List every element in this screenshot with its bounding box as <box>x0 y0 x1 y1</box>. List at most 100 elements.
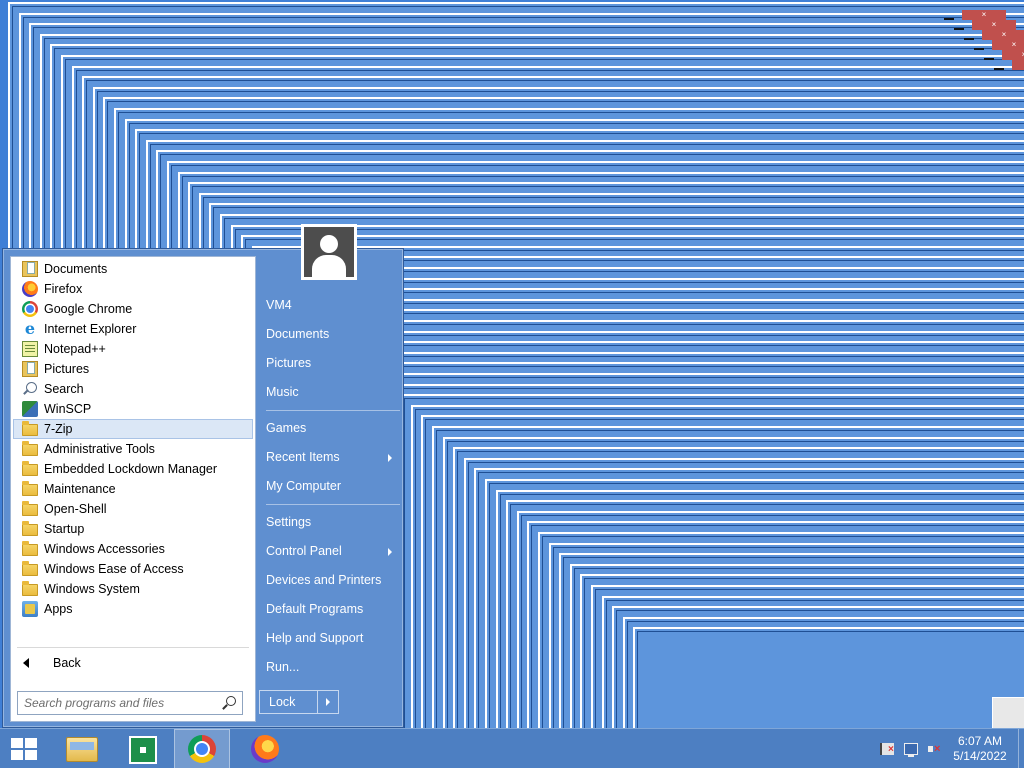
program-label: Maintenance <box>44 482 116 496</box>
start-link-devices-and-printers[interactable]: Devices and Printers <box>266 568 398 592</box>
program-item[interactable]: Startup <box>13 519 253 539</box>
start-link-games[interactable]: Games <box>266 416 398 440</box>
program-label: Notepad++ <box>44 342 106 356</box>
program-item[interactable]: Apps <box>13 599 253 619</box>
show-desktop-button[interactable] <box>1018 729 1024 768</box>
start-link-my-computer[interactable]: My Computer <box>266 474 398 498</box>
menu-separator <box>266 504 400 505</box>
start-link-recent-items[interactable]: Recent Items <box>266 445 398 469</box>
program-item[interactable]: WinSCP <box>13 399 253 419</box>
notepad-plus-plus-icon <box>22 341 38 357</box>
clock-time: 6:07 AM <box>957 734 1003 748</box>
window-minimize-button[interactable] <box>984 58 994 60</box>
program-label: 7-Zip <box>44 422 73 436</box>
program-item[interactable]: Notepad++ <box>13 339 253 359</box>
search-box[interactable] <box>17 691 243 715</box>
program-label: Documents <box>44 262 108 276</box>
program-item[interactable]: e Internet Explorer <box>13 319 253 339</box>
cascaded-window[interactable] <box>633 627 1024 728</box>
apps-icon <box>22 601 38 617</box>
taskbar-firefox-button[interactable] <box>238 729 294 768</box>
folder-icon <box>22 541 38 556</box>
window-minimize-button[interactable] <box>964 38 974 40</box>
window-close-button[interactable]: × <box>992 40 1024 50</box>
start-link-label: Pictures <box>266 356 312 370</box>
back-button[interactable]: Back <box>13 651 253 675</box>
user-name-link[interactable]: VM4 <box>266 293 398 317</box>
window-minimize-button[interactable] <box>944 18 954 20</box>
program-item[interactable]: 7-Zip <box>13 419 253 439</box>
start-link-documents[interactable]: Documents <box>266 322 398 346</box>
action-center-flag-icon[interactable] <box>880 743 894 755</box>
window-close-button[interactable]: × <box>1012 60 1024 70</box>
window-minimize-button[interactable] <box>974 48 984 50</box>
start-link-label: Devices and Printers <box>266 573 382 587</box>
program-label: Startup <box>44 522 85 536</box>
start-link-music[interactable]: Music <box>266 380 398 404</box>
program-item[interactable]: Firefox <box>13 279 253 299</box>
start-link-control-panel[interactable]: Control Panel <box>266 539 398 563</box>
system-tray: 6:07 AM 5/14/2022 <box>864 729 1024 768</box>
program-item[interactable]: Embedded Lockdown Manager <box>13 459 253 479</box>
start-link-label: Music <box>266 385 299 399</box>
taskbar-store-button[interactable] <box>114 729 170 768</box>
window-minimize-button[interactable] <box>954 28 964 30</box>
lock-button[interactable]: Lock <box>259 690 339 714</box>
window-close-button[interactable]: × <box>1002 50 1024 60</box>
start-link-label: Help and Support <box>266 631 364 645</box>
program-item[interactable]: Windows Accessories <box>13 539 253 559</box>
start-link-label: Settings <box>266 515 312 529</box>
program-item[interactable]: Search <box>13 379 253 399</box>
program-label: Administrative Tools <box>44 442 155 456</box>
network-icon[interactable] <box>904 743 918 757</box>
store-icon <box>129 736 157 764</box>
search-icon <box>22 381 38 397</box>
start-link-pictures[interactable]: Pictures <box>266 351 398 375</box>
folder-icon <box>22 581 38 596</box>
start-link-label: Recent Items <box>266 450 340 464</box>
programs-panel: Documents Firefox Google Chrome e Internet E… <box>10 256 256 722</box>
window-close-button[interactable]: × <box>962 10 1006 20</box>
clock-date: 5/14/2022 <box>953 749 1007 763</box>
file-explorer-icon <box>66 737 98 762</box>
program-label: Embedded Lockdown Manager <box>44 462 218 476</box>
program-item[interactable]: Documents <box>13 259 253 279</box>
taskbar-chrome-button[interactable] <box>174 729 230 768</box>
window-minimize-button[interactable] <box>994 68 1004 70</box>
program-label: WinSCP <box>44 402 92 416</box>
program-item[interactable]: Windows System <box>13 579 253 599</box>
partial-window[interactable] <box>992 697 1024 728</box>
start-link-help-and-support[interactable]: Help and Support <box>266 626 398 650</box>
clock[interactable]: 6:07 AM 5/14/2022 <box>950 734 1010 764</box>
program-item[interactable]: Pictures <box>13 359 253 379</box>
program-item[interactable]: Windows Ease of Access <box>13 559 253 579</box>
lock-options-arrow-icon[interactable] <box>317 691 338 713</box>
start-link-settings[interactable]: Settings <box>266 510 398 534</box>
program-label: Firefox <box>44 282 83 296</box>
folder-icon <box>22 561 38 576</box>
windows-logo-icon <box>11 738 37 760</box>
window-close-button[interactable]: × <box>972 20 1016 30</box>
start-link-label: My Computer <box>266 479 342 493</box>
program-label: Search <box>44 382 84 396</box>
search-input[interactable] <box>24 696 214 710</box>
submenu-arrow-icon <box>388 548 392 556</box>
start-link-default-programs[interactable]: Default Programs <box>266 597 398 621</box>
submenu-arrow-icon <box>388 454 392 462</box>
volume-muted-icon[interactable] <box>928 743 942 755</box>
program-item[interactable]: Google Chrome <box>13 299 253 319</box>
program-item[interactable]: Administrative Tools <box>13 439 253 459</box>
window-close-button[interactable]: × <box>982 30 1024 40</box>
start-link-label: Control Panel <box>266 544 342 558</box>
folder-icon <box>22 481 38 496</box>
start-menu-right-column: VM4 Documents Pictures Music Games Recent It… <box>258 249 405 729</box>
program-item[interactable]: Open-Shell <box>13 499 253 519</box>
program-item[interactable]: Maintenance <box>13 479 253 499</box>
start-button[interactable] <box>0 729 50 768</box>
taskbar: 6:07 AM 5/14/2022 <box>0 728 1024 768</box>
start-link-run[interactable]: Run... <box>266 655 398 679</box>
taskbar-file-explorer-button[interactable] <box>52 729 108 768</box>
program-label: Google Chrome <box>44 302 133 316</box>
search-icon[interactable] <box>222 696 236 710</box>
back-label: Back <box>53 656 81 670</box>
